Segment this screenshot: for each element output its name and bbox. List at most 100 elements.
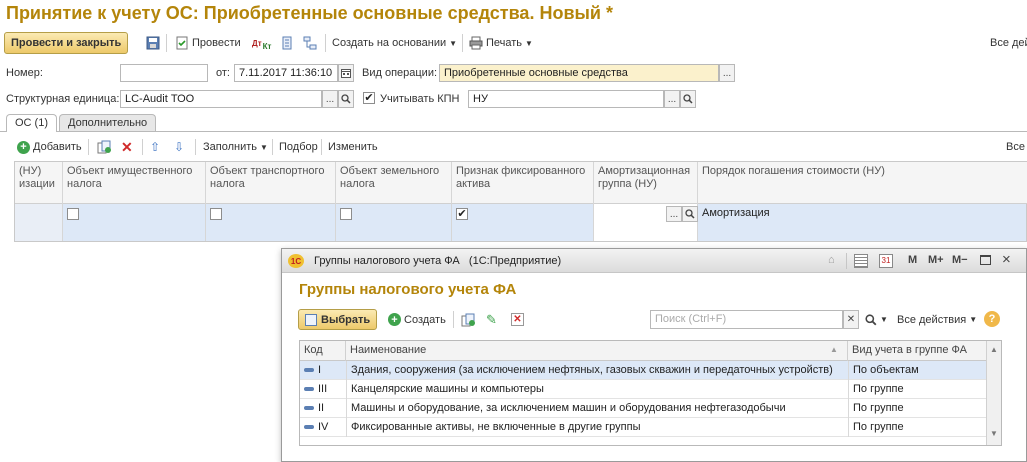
calendar-icon[interactable] [338, 64, 354, 82]
table-header: Код Наименование ▲ Вид учета в группе ФА [300, 341, 986, 361]
sort-asc-icon[interactable]: ▲ [830, 345, 838, 354]
row-name: Здания, сооружения (за исключением нефтя… [346, 361, 848, 380]
add-icon: + [388, 313, 401, 326]
document-list-icon[interactable] [280, 31, 294, 55]
calculator-icon[interactable] [854, 254, 868, 268]
tab-additional[interactable]: Дополнительно [59, 114, 157, 132]
column-header[interactable]: Порядок погашения стоимости (НУ) [698, 162, 1027, 204]
fixed-asset-checkbox[interactable]: ✔ [456, 208, 468, 220]
kpn-select-button[interactable]: ... [664, 90, 680, 108]
table-cell[interactable] [15, 204, 63, 241]
column-header-type[interactable]: Вид учета в группе ФА [848, 341, 986, 361]
popup-search-input[interactable]: Поиск (Ctrl+F) [650, 310, 843, 329]
scroll-down-icon[interactable]: ▼ [990, 429, 998, 438]
help-icon[interactable]: ? [984, 311, 1000, 327]
transport-tax-checkbox[interactable] [210, 208, 222, 220]
debit-credit-icon[interactable]: Дт Кт [252, 31, 271, 55]
kpn-checkbox[interactable]: ✔ [363, 92, 375, 104]
structural-unit-select-button[interactable]: ... [322, 90, 338, 108]
close-icon[interactable]: × [1002, 251, 1011, 268]
table-cell[interactable] [206, 204, 336, 241]
memory-icon[interactable]: M [908, 254, 917, 266]
amortization-select-button[interactable]: ... [666, 206, 682, 222]
select-button[interactable]: Подбор [279, 137, 318, 157]
vertical-scrollbar[interactable]: ▲ ▼ [986, 341, 1001, 445]
create-based-on-label: Создать на основании [332, 37, 447, 49]
mark-delete-icon[interactable]: ✕ [511, 309, 524, 330]
property-tax-checkbox[interactable] [67, 208, 79, 220]
memory-minus-icon[interactable]: M− [952, 254, 968, 266]
create-button[interactable]: + Создать [388, 309, 446, 330]
popup-all-actions-menu[interactable]: Все действия ▼ [897, 309, 977, 330]
column-header-name[interactable]: Наименование [346, 341, 848, 361]
column-header-code[interactable]: Код [300, 341, 346, 361]
calendar-icon[interactable]: 31 [879, 254, 893, 268]
column-header[interactable]: (НУ) изации [15, 162, 63, 204]
table-row[interactable]: I Здания, сооружения (за исключением неф… [300, 361, 986, 380]
row-code-text: III [318, 383, 328, 395]
structural-unit-field[interactable]: LC-Audit ТОО [120, 90, 322, 108]
table-cell[interactable] [336, 204, 452, 241]
search-icon[interactable] [682, 206, 698, 222]
search-icon[interactable] [338, 90, 354, 108]
tax-groups-popup: 1C Группы налогового учета ФА (1С:Предпр… [281, 248, 1027, 462]
table-row[interactable]: Амортизация [15, 204, 1026, 241]
table-row[interactable]: III Канцелярские машины и компьютеры По … [300, 380, 986, 399]
print-menu[interactable]: Печать ▼ [469, 31, 533, 55]
toolbar-divider [142, 139, 143, 155]
change-button[interactable]: Изменить [328, 137, 378, 157]
toolbar-divider [88, 139, 89, 155]
create-based-on-menu[interactable]: Создать на основании ▼ [332, 31, 457, 55]
date-field[interactable]: 7.11.2017 11:36:10 [234, 64, 338, 82]
toolbar-divider [453, 311, 454, 328]
kpn-accounting-field[interactable]: НУ [468, 90, 664, 108]
row-name: Канцелярские машины и компьютеры [346, 380, 848, 399]
search-menu[interactable]: ▼ [865, 309, 888, 330]
land-tax-checkbox[interactable] [340, 208, 352, 220]
chevron-down-icon: ▼ [449, 38, 458, 48]
row-code-text: II [318, 402, 325, 414]
choose-button[interactable]: Выбрать [298, 309, 378, 330]
post-button[interactable]: Провести [175, 31, 241, 55]
row-name: Машины и оборудование, за исключением ма… [346, 399, 848, 418]
post-and-close-button[interactable]: Провести и закрыть [4, 32, 129, 54]
move-down-icon[interactable]: ⇩ [174, 137, 184, 157]
column-header[interactable]: Амортизационная группа (НУ) [594, 162, 698, 204]
grid-all-actions-menu[interactable]: Все [1006, 137, 1025, 157]
all-actions-menu[interactable]: Все дей [990, 31, 1027, 55]
clear-search-icon[interactable]: ✕ [843, 310, 859, 329]
toolbar-divider [272, 139, 273, 155]
table-row[interactable]: II Машины и оборудование, за исключением… [300, 399, 986, 418]
number-field[interactable] [120, 64, 208, 82]
add-row-button[interactable]: + Добавить [17, 137, 82, 157]
delete-row-icon[interactable]: ✕ [121, 137, 133, 157]
structure-icon[interactable] [303, 31, 317, 55]
table-cell[interactable] [452, 204, 594, 241]
1c-logo-icon: 1C [288, 254, 304, 268]
save-icon[interactable] [146, 31, 160, 55]
home-icon[interactable]: ⌂ [828, 254, 835, 266]
copy-row-icon[interactable] [97, 137, 111, 157]
maximize-icon[interactable] [980, 255, 991, 265]
column-header[interactable]: Объект имущественного налога [63, 162, 206, 204]
table-cell[interactable] [63, 204, 206, 241]
memory-plus-icon[interactable]: M+ [928, 254, 944, 266]
print-label: Печать [486, 37, 523, 49]
scroll-up-icon[interactable]: ▲ [990, 345, 998, 354]
fill-menu[interactable]: Заполнить ▼ [203, 137, 268, 157]
search-icon[interactable] [680, 90, 696, 108]
move-up-icon[interactable]: ⇧ [150, 137, 160, 157]
operation-type-field[interactable]: Приобретенные основные средства [439, 64, 719, 82]
column-header[interactable]: Объект земельного налога [336, 162, 452, 204]
edit-pencil-icon[interactable]: ✎ [486, 309, 497, 330]
column-header[interactable]: Признак фиксированного актива [452, 162, 594, 204]
column-header[interactable]: Объект транспортного налога [206, 162, 336, 204]
toolbar-divider [321, 139, 322, 155]
repayment-order-cell[interactable]: Амортизация [698, 204, 1026, 241]
toolbar-divider [462, 34, 463, 52]
operation-select-button[interactable]: ... [719, 64, 735, 82]
tab-os[interactable]: ОС (1) [6, 114, 57, 132]
copy-icon[interactable] [461, 309, 475, 330]
item-marker-icon [304, 425, 314, 430]
table-row[interactable]: IV Фиксированные активы, не включенные в… [300, 418, 986, 437]
